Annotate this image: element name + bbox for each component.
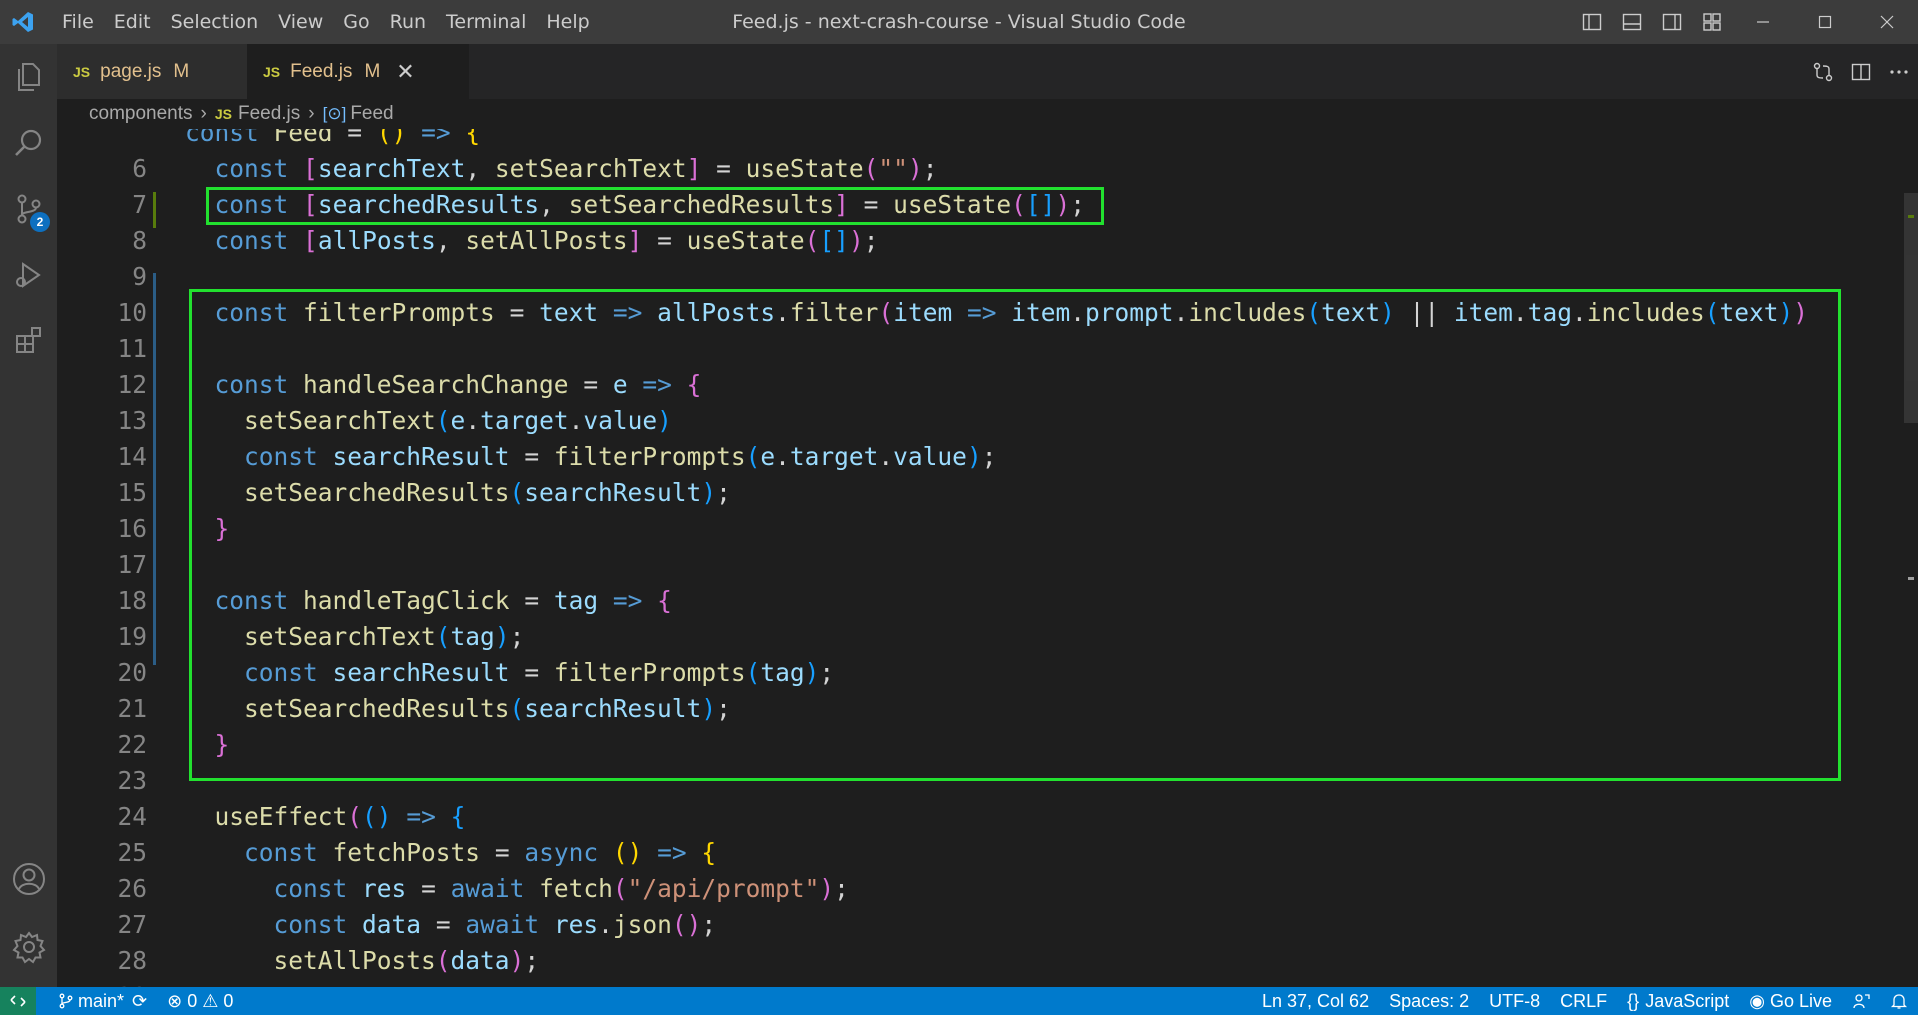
scrollbar-change-marker bbox=[1908, 215, 1914, 218]
customize-layout-icon[interactable] bbox=[1692, 0, 1732, 44]
split-editor-icon[interactable] bbox=[1842, 44, 1880, 99]
notifications-bell-icon[interactable] bbox=[1880, 992, 1918, 1010]
code-line: 9 const [allPosts, setAllPosts] = useSta… bbox=[57, 223, 1897, 291]
code-editor[interactable]: 6 const Feed = () => { 7 const [searchTe… bbox=[57, 129, 1918, 987]
js-file-icon: JS bbox=[214, 106, 232, 122]
branch-icon bbox=[59, 993, 73, 1009]
chevron-right-icon: › bbox=[308, 103, 315, 124]
js-file-icon: JS bbox=[263, 63, 281, 80]
tab-page-js[interactable]: JS page.js M bbox=[57, 44, 279, 99]
tab-label: page.js bbox=[100, 60, 162, 82]
toggle-secondary-sidebar-icon[interactable] bbox=[1652, 0, 1692, 44]
run-debug-icon[interactable] bbox=[0, 242, 57, 308]
highlight-box-lines-11-23 bbox=[189, 289, 1841, 781]
end-of-line[interactable]: CRLF bbox=[1550, 991, 1617, 1012]
search-icon[interactable] bbox=[0, 110, 57, 176]
code-line: 28 const data = await res.json(); bbox=[57, 907, 1897, 975]
code-line: 29 setAllPosts(data); bbox=[57, 943, 1897, 987]
code-line: 6 const Feed = () => { bbox=[57, 129, 1897, 183]
feedback-icon[interactable] bbox=[1842, 992, 1880, 1010]
title-bar: File Edit Selection View Go Run Terminal… bbox=[0, 0, 1918, 44]
activity-bar: 2 bbox=[0, 44, 57, 987]
encoding[interactable]: UTF-8 bbox=[1479, 991, 1550, 1012]
explorer-icon[interactable] bbox=[0, 44, 57, 110]
scrollbar-thumb[interactable] bbox=[1904, 193, 1918, 423]
breadcrumb-symbol[interactable]: Feed bbox=[350, 103, 393, 125]
indentation[interactable]: Spaces: 2 bbox=[1379, 991, 1479, 1012]
highlight-box-line-8 bbox=[206, 187, 1104, 225]
menu-go[interactable]: Go bbox=[333, 0, 379, 44]
extensions-icon[interactable] bbox=[0, 308, 57, 374]
code-line: 26 const fetchPosts = async () => { bbox=[57, 835, 1897, 903]
account-icon[interactable] bbox=[0, 846, 57, 912]
menu-selection[interactable]: Selection bbox=[161, 0, 269, 44]
breadcrumb: components › JS Feed.js › [⊙] Feed bbox=[57, 99, 1918, 129]
minimize-icon[interactable] bbox=[1732, 0, 1794, 44]
cursor-position[interactable]: Ln 37, Col 62 bbox=[1252, 991, 1379, 1012]
breadcrumb-folder[interactable]: components bbox=[89, 103, 193, 125]
language-name: JavaScript bbox=[1645, 990, 1730, 1011]
close-tab-icon[interactable]: ✕ bbox=[396, 59, 414, 85]
symbol-variable-icon: [⊙] bbox=[322, 104, 347, 123]
braces-icon: {} bbox=[1627, 990, 1640, 1011]
remote-indicator-icon[interactable] bbox=[0, 987, 36, 1015]
code-line: 27 const res = await fetch("/api/prompt"… bbox=[57, 871, 1897, 939]
broadcast-icon: ◉ bbox=[1749, 990, 1765, 1011]
sync-icon[interactable]: ⟳ bbox=[132, 991, 147, 1012]
js-file-icon: JS bbox=[73, 63, 91, 80]
source-control-icon[interactable]: 2 bbox=[0, 176, 57, 242]
tab-modified-indicator: M bbox=[173, 60, 190, 82]
toggle-primary-sidebar-icon[interactable] bbox=[1572, 0, 1612, 44]
branch-indicator[interactable]: main* ⟳ bbox=[48, 991, 157, 1012]
menu-run[interactable]: Run bbox=[380, 0, 436, 44]
status-bar: main* ⟳ ⊗ 0 ⚠ 0 Ln 37, Col 62 Spaces: 2 … bbox=[0, 987, 1918, 1015]
close-window-icon[interactable] bbox=[1856, 0, 1918, 44]
editor-scrollbar[interactable] bbox=[1904, 129, 1918, 987]
go-live-button[interactable]: ◉ Go Live bbox=[1739, 991, 1842, 1012]
problems-indicator[interactable]: ⊗ 0 ⚠ 0 bbox=[157, 991, 243, 1012]
chevron-right-icon: › bbox=[200, 103, 207, 124]
open-changes-icon[interactable] bbox=[1804, 44, 1842, 99]
maximize-icon[interactable] bbox=[1794, 0, 1856, 44]
warning-icon: ⚠ bbox=[202, 990, 219, 1011]
menu-edit[interactable]: Edit bbox=[104, 0, 161, 44]
scrollbar-change-marker bbox=[1908, 577, 1914, 580]
menu-file[interactable]: File bbox=[52, 0, 104, 44]
warning-count: 0 bbox=[223, 990, 234, 1011]
toggle-panel-icon[interactable] bbox=[1612, 0, 1652, 44]
menu-help[interactable]: Help bbox=[536, 0, 599, 44]
vscode-logo-icon bbox=[8, 7, 38, 37]
breadcrumb-file[interactable]: Feed.js bbox=[238, 103, 300, 125]
code-line: 25 useEffect(() => { bbox=[57, 799, 1897, 867]
menu-bar: File Edit Selection View Go Run Terminal… bbox=[52, 0, 600, 44]
menu-view[interactable]: View bbox=[268, 0, 333, 44]
error-count: 0 bbox=[187, 990, 198, 1011]
go-live-label: Go Live bbox=[1769, 990, 1832, 1011]
tab-label: Feed.js bbox=[290, 60, 353, 82]
manage-gear-icon[interactable] bbox=[0, 914, 57, 980]
editor-tab-bar: JS page.js M JS Feed.js M ✕ bbox=[57, 44, 1918, 99]
error-icon: ⊗ bbox=[167, 990, 183, 1011]
more-actions-icon[interactable] bbox=[1880, 44, 1918, 99]
scm-badge: 2 bbox=[30, 212, 50, 232]
code-line: 7 const [searchText, setSearchText] = us… bbox=[57, 151, 1897, 219]
line-number: 29 bbox=[57, 979, 147, 987]
tab-modified-indicator: M bbox=[364, 60, 381, 82]
language-mode[interactable]: {} JavaScript bbox=[1617, 991, 1739, 1012]
menu-terminal[interactable]: Terminal bbox=[436, 0, 536, 44]
tab-feed-js[interactable]: JS Feed.js M ✕ bbox=[247, 44, 469, 99]
branch-name: main* bbox=[78, 990, 125, 1011]
